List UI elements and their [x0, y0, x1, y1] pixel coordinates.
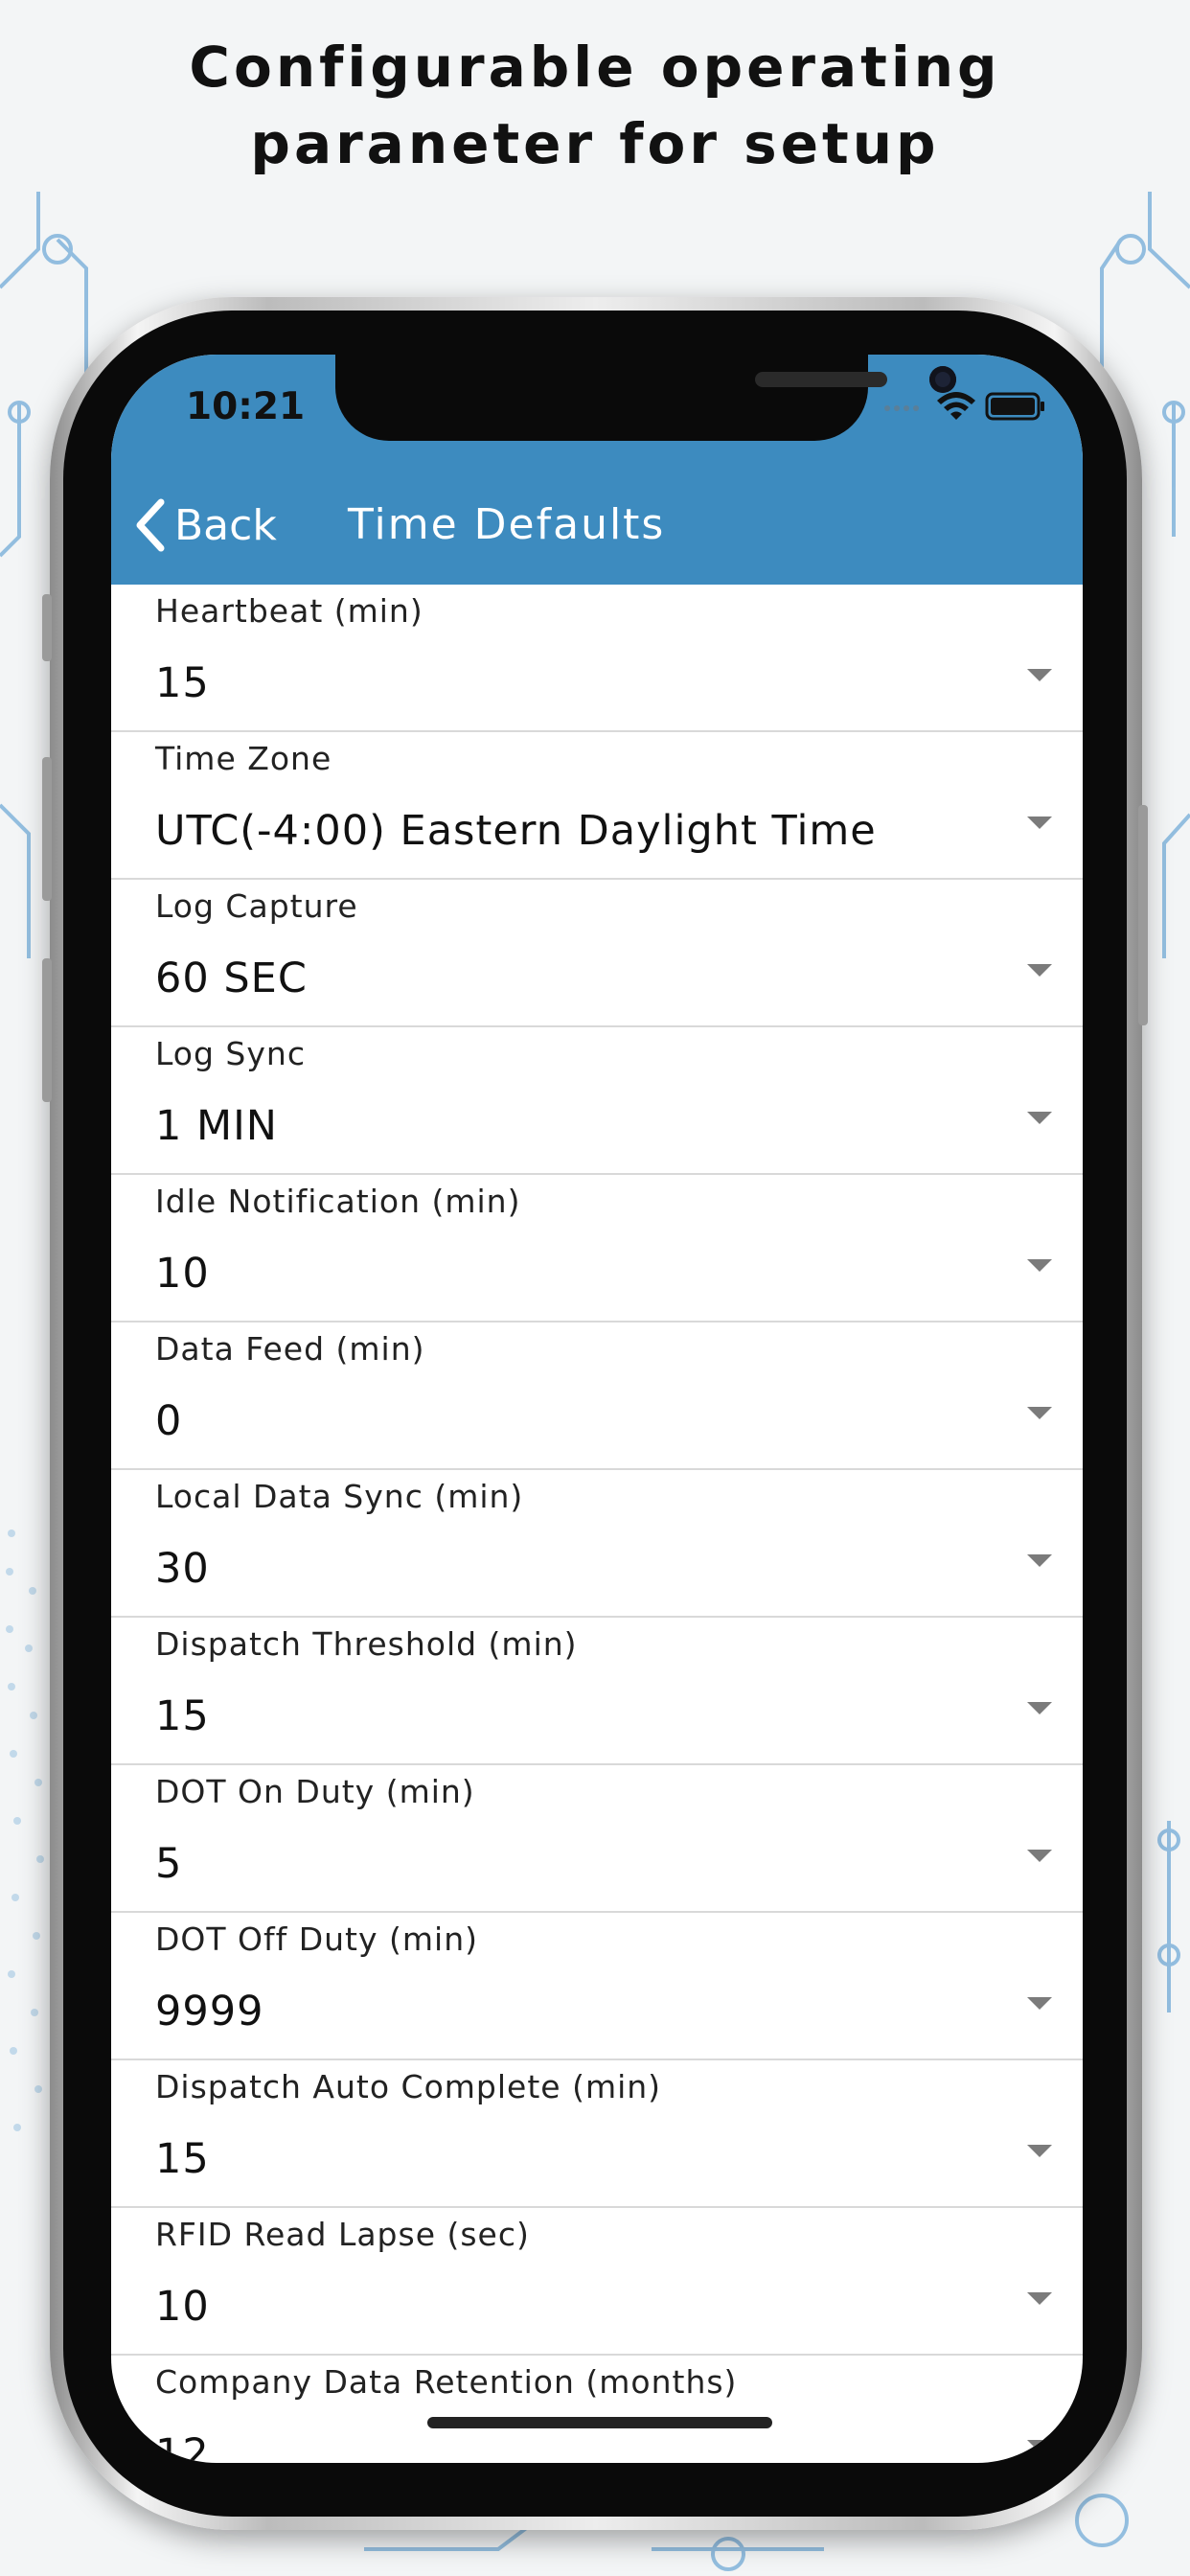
promo-headline-line1: Configurable operating [189, 34, 1001, 100]
back-button[interactable]: Back [132, 496, 277, 554]
cellular-signal-icon [884, 405, 919, 411]
setting-label: Idle Notification (min) [155, 1183, 521, 1220]
setting-label: Heartbeat (min) [155, 592, 423, 630]
setting-label: Dispatch Auto Complete (min) [155, 2068, 662, 2105]
setting-label: Time Zone [155, 740, 332, 777]
setting-dispatch-threshold-select[interactable]: Dispatch Threshold (min) 15 [111, 1618, 1083, 1765]
setting-value: 30 [155, 1545, 210, 1593]
caret-down-icon [1027, 2145, 1052, 2157]
phone-volume-down-button [42, 958, 52, 1102]
setting-value: 1 MIN [155, 1102, 278, 1150]
settings-list: Heartbeat (min) 15 Time Zone UTC(-4:00) … [111, 585, 1083, 2463]
phone-notch [335, 355, 956, 441]
setting-label: RFID Read Lapse (sec) [155, 2216, 530, 2253]
phone-speaker [755, 372, 887, 387]
caret-down-icon [1027, 1554, 1052, 1567]
caret-down-icon [1027, 1850, 1052, 1862]
promo-headline: Configurable operating paraneter for set… [0, 29, 1190, 182]
setting-dispatch-auto-complete-select[interactable]: Dispatch Auto Complete (min) 15 [111, 2060, 1083, 2208]
caret-down-icon [1027, 2292, 1052, 2305]
setting-data-feed-select[interactable]: Data Feed (min) 0 [111, 1322, 1083, 1470]
home-indicator[interactable] [427, 2417, 772, 2428]
setting-value: 9999 [155, 1988, 264, 2036]
setting-value: 60 SEC [155, 954, 308, 1002]
setting-idle-notification-select[interactable]: Idle Notification (min) 10 [111, 1175, 1083, 1322]
setting-log-capture-select[interactable]: Log Capture 60 SEC [111, 880, 1083, 1027]
setting-rfid-read-lapse-select[interactable]: RFID Read Lapse (sec) 10 [111, 2208, 1083, 2356]
back-button-label: Back [174, 500, 277, 550]
chevron-left-icon [136, 498, 165, 552]
caret-down-icon [1027, 2440, 1052, 2452]
phone-silent-switch [42, 594, 52, 661]
phone-volume-up-button [42, 757, 52, 901]
setting-label: Log Capture [155, 887, 358, 925]
caret-down-icon [1027, 669, 1052, 681]
setting-label: Dispatch Threshold (min) [155, 1625, 578, 1663]
promo-headline-line2: paraneter for setup [250, 111, 940, 176]
caret-down-icon [1027, 816, 1052, 829]
setting-dot-on-duty-select[interactable]: DOT On Duty (min) 5 [111, 1765, 1083, 1913]
setting-label: DOT On Duty (min) [155, 1773, 475, 1810]
setting-value: 12 [155, 2430, 210, 2463]
setting-label: Local Data Sync (min) [155, 1478, 524, 1515]
caret-down-icon [1027, 1259, 1052, 1272]
setting-log-sync-select[interactable]: Log Sync 1 MIN [111, 1027, 1083, 1175]
setting-label: DOT Off Duty (min) [155, 1920, 478, 1958]
setting-value: UTC(-4:00) Eastern Daylight Time [155, 807, 877, 855]
setting-time-zone-select[interactable]: Time Zone UTC(-4:00) Eastern Daylight Ti… [111, 732, 1083, 880]
setting-heartbeat-select[interactable]: Heartbeat (min) 15 [111, 585, 1083, 732]
phone-screen: 10:21 Back Time Defaults Heartbeat (min)… [111, 355, 1083, 2463]
phone-power-button [1138, 805, 1148, 1025]
setting-company-data-retention-select[interactable]: Company Data Retention (months) 12 [111, 2356, 1083, 2463]
setting-value: 15 [155, 1692, 210, 1740]
page-title: Time Defaults [348, 500, 666, 549]
setting-value: 10 [155, 2283, 210, 2331]
caret-down-icon [1027, 1112, 1052, 1124]
setting-dot-off-duty-select[interactable]: DOT Off Duty (min) 9999 [111, 1913, 1083, 2060]
setting-value: 10 [155, 1250, 210, 1298]
wifi-icon [937, 392, 975, 420]
setting-value: 5 [155, 1840, 183, 1888]
setting-label: Data Feed (min) [155, 1330, 425, 1368]
setting-value: 15 [155, 2135, 210, 2183]
status-time: 10:21 [186, 385, 306, 428]
caret-down-icon [1027, 1997, 1052, 2010]
caret-down-icon [1027, 964, 1052, 977]
setting-label: Log Sync [155, 1035, 306, 1072]
setting-label: Company Data Retention (months) [155, 2363, 738, 2401]
battery-icon [985, 392, 1044, 421]
status-icons [878, 383, 1069, 429]
setting-value: 15 [155, 659, 210, 707]
setting-value: 0 [155, 1397, 183, 1445]
setting-local-data-sync-select[interactable]: Local Data Sync (min) 30 [111, 1470, 1083, 1618]
phone-camera [929, 366, 956, 393]
caret-down-icon [1027, 1407, 1052, 1419]
caret-down-icon [1027, 1702, 1052, 1714]
